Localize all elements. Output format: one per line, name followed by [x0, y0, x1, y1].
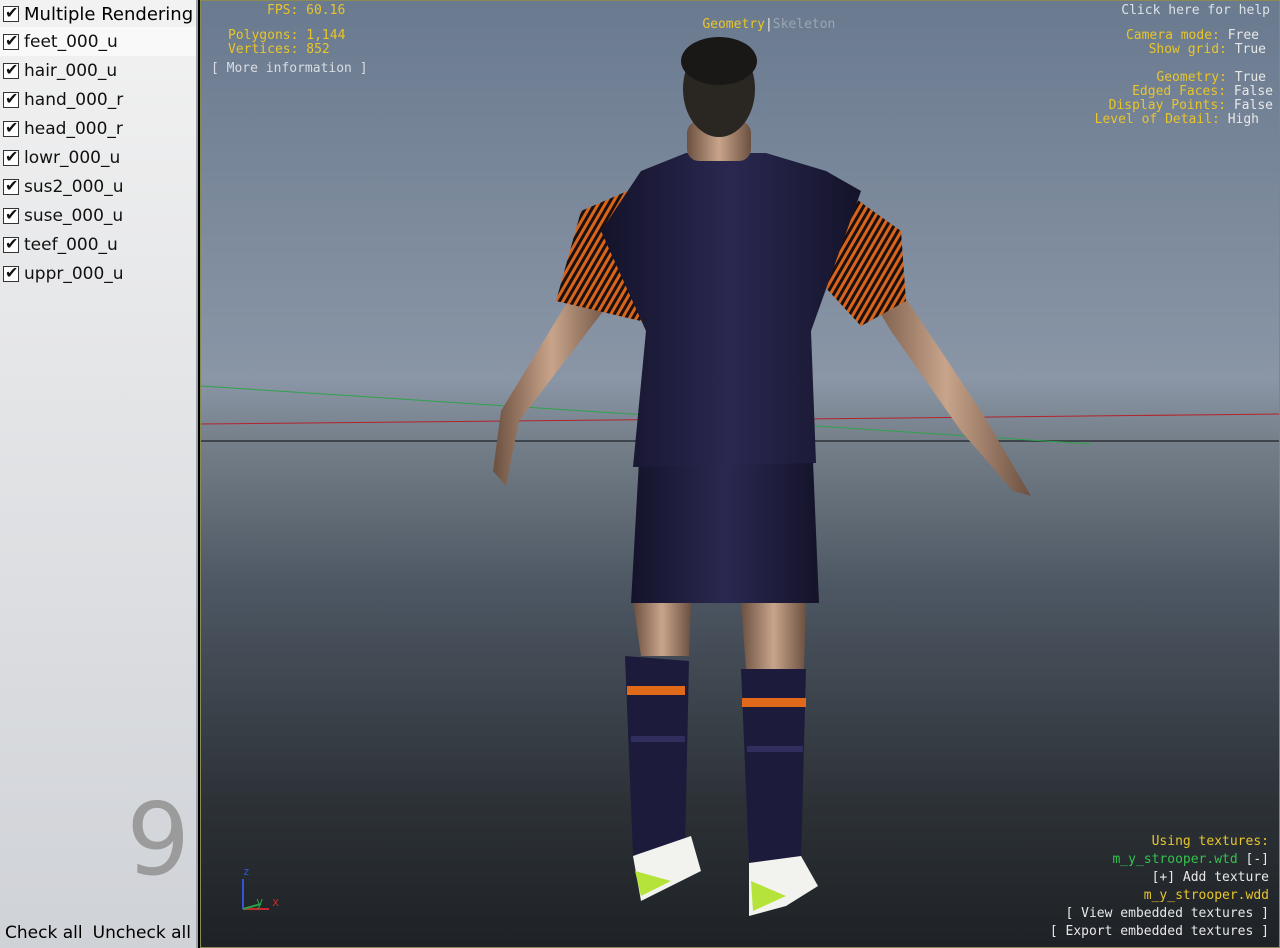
more-information-link[interactable]: [ More information ]	[211, 62, 368, 76]
axis-y-label: y	[256, 895, 264, 909]
mesh-checkbox[interactable]	[3, 60, 19, 79]
polygons-readout: Polygons: 1,144	[228, 28, 346, 43]
multiple-rendering-toggle[interactable]: Multiple Rendering	[3, 3, 193, 25]
mesh-label: suse_000_u	[24, 205, 124, 226]
level-of-detail-setting[interactable]: Level of Detail: High	[1095, 113, 1259, 127]
mesh-checkbox[interactable]	[3, 89, 19, 108]
mesh-checkbox[interactable]	[3, 263, 19, 282]
remove-texture-button[interactable]: [-]	[1246, 852, 1269, 867]
mesh-item-feet[interactable]: feet_000_u	[0, 27, 196, 56]
axis-x-label: x	[272, 895, 280, 909]
show-grid-setting[interactable]: Show grid: True	[1149, 43, 1266, 57]
export-embedded-textures-button[interactable]: [ Export embedded textures ]	[1050, 925, 1269, 939]
mesh-label: hair_000_u	[24, 60, 118, 81]
axis-z-label: z	[243, 865, 250, 878]
texture-entry: m_y_strooper.wtd [-]	[1112, 853, 1269, 867]
3d-viewport[interactable]: z y x FPS: 60.16 Polygons: 1,144 Vertice…	[200, 0, 1280, 948]
multiple-rendering-checkbox[interactable]	[3, 3, 19, 22]
multiple-rendering-label: Multiple Rendering	[24, 3, 194, 25]
geometry-setting[interactable]: Geometry: True	[1156, 71, 1266, 85]
mesh-label: feet_000_u	[24, 31, 118, 52]
mesh-item-lowr[interactable]: lowr_000_u	[0, 143, 196, 172]
vertices-readout: Vertices: 852	[228, 42, 330, 57]
mode-skeleton[interactable]: Skeleton	[773, 17, 836, 32]
check-buttons: Check all Uncheck all	[0, 918, 196, 948]
mesh-item-head[interactable]: head_000_r	[0, 114, 196, 143]
mesh-item-sus2[interactable]: sus2_000_u	[0, 172, 196, 201]
mesh-checkbox[interactable]	[3, 176, 19, 195]
mesh-label: lowr_000_u	[24, 147, 121, 168]
mesh-checkbox[interactable]	[3, 234, 19, 253]
mesh-checkbox[interactable]	[3, 118, 19, 137]
mesh-item-uppr[interactable]: uppr_000_u	[0, 259, 196, 288]
mesh-label: uppr_000_u	[24, 263, 124, 284]
mesh-checkbox[interactable]	[3, 147, 19, 166]
mesh-item-suse[interactable]: suse_000_u	[0, 201, 196, 230]
view-embedded-textures-button[interactable]: [ View embedded textures ]	[1066, 907, 1270, 921]
add-texture-button[interactable]: [+] Add texture	[1152, 871, 1269, 885]
texture-file[interactable]: m_y_strooper.wtd	[1112, 852, 1237, 867]
mesh-checkbox[interactable]	[3, 31, 19, 50]
uncheck-all-button[interactable]: Uncheck all	[93, 923, 191, 943]
edged-faces-setting[interactable]: Edged Faces: False	[1132, 85, 1273, 99]
mesh-checkbox[interactable]	[3, 205, 19, 224]
mesh-label: head_000_r	[24, 118, 123, 139]
fps-readout: FPS: 60.16	[267, 3, 346, 18]
mesh-list: feet_000_u hair_000_u hand_000_r head_00…	[0, 27, 196, 288]
mesh-item-teef[interactable]: teef_000_u	[0, 230, 196, 259]
model-file: m_y_strooper.wdd	[1143, 888, 1269, 903]
player-model	[493, 37, 1031, 916]
display-points-setting[interactable]: Display Points: False	[1109, 99, 1273, 113]
mesh-label: hand_000_r	[24, 89, 124, 110]
mesh-item-hair[interactable]: hair_000_u	[0, 56, 196, 85]
mode-separator: |	[764, 17, 773, 32]
mesh-label: teef_000_u	[24, 234, 118, 255]
check-all-button[interactable]: Check all	[5, 923, 83, 943]
using-textures-heading: Using textures:	[1151, 834, 1269, 849]
camera-mode-setting[interactable]: Camera mode: Free	[1126, 29, 1259, 43]
sidebar: Multiple Rendering feet_000_u hair_000_u…	[0, 0, 198, 948]
render-mode-toggle: Geometry|Skeleton	[671, 4, 835, 46]
mesh-item-hand[interactable]: hand_000_r	[0, 85, 196, 114]
help-link[interactable]: Click here for help	[1121, 4, 1270, 18]
mode-geometry[interactable]: Geometry	[702, 17, 765, 32]
mesh-label: sus2_000_u	[24, 176, 124, 197]
scene-render	[201, 37, 1279, 916]
mesh-count: 9	[126, 781, 190, 898]
